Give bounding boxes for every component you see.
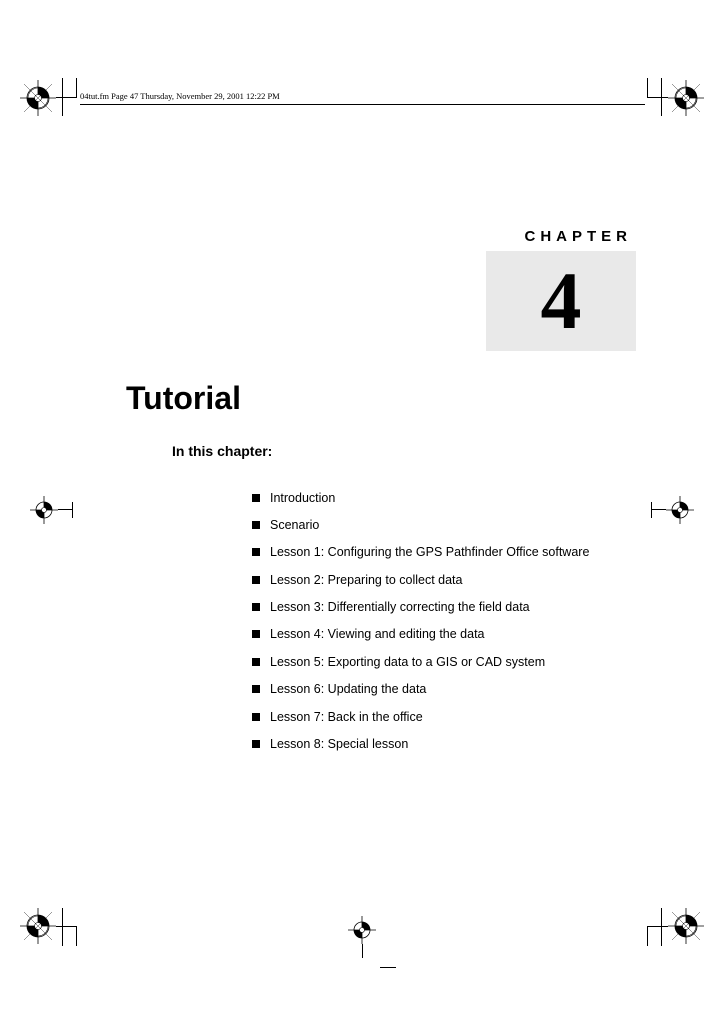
crop-mark	[362, 944, 363, 958]
list-item: Lesson 4: Viewing and editing the data	[252, 627, 589, 641]
crop-mark	[652, 509, 666, 510]
registration-mark-icon	[18, 78, 58, 118]
crop-mark	[661, 78, 662, 116]
chapter-contents-list: Introduction Scenario Lesson 1: Configur…	[212, 491, 589, 765]
crop-mark	[648, 97, 668, 98]
crop-mark	[651, 502, 652, 518]
registration-mark-icon	[660, 490, 700, 530]
registration-mark-icon	[666, 78, 706, 118]
crop-mark	[62, 78, 63, 116]
crop-mark	[76, 926, 77, 946]
registration-mark-icon	[18, 906, 58, 946]
list-item: Lesson 2: Preparing to collect data	[252, 573, 589, 587]
chapter-number-box: 4	[486, 251, 636, 351]
crop-mark	[380, 967, 396, 968]
list-item: Lesson 6: Updating the data	[252, 682, 589, 696]
chapter-label: CHAPTER	[486, 228, 636, 245]
list-item: Lesson 7: Back in the office	[252, 710, 589, 724]
list-item: Lesson 3: Differentially correcting the …	[252, 600, 589, 614]
page-title: Tutorial	[126, 380, 241, 417]
crop-mark	[72, 502, 73, 518]
crop-mark	[62, 908, 63, 946]
list-item: Lesson 1: Configuring the GPS Pathfinder…	[252, 545, 589, 559]
registration-mark-icon	[24, 490, 64, 530]
crop-mark	[647, 78, 648, 98]
list-item: Lesson 8: Special lesson	[252, 737, 589, 751]
registration-mark-icon	[666, 906, 706, 946]
crop-mark	[58, 509, 72, 510]
list-item: Introduction	[252, 491, 589, 505]
list-item: Scenario	[252, 518, 589, 532]
crop-mark	[647, 926, 648, 946]
chapter-number: 4	[541, 260, 582, 342]
section-heading: In this chapter:	[172, 443, 272, 459]
crop-mark	[648, 926, 668, 927]
list-item: Lesson 5: Exporting data to a GIS or CAD…	[252, 655, 589, 669]
header-stamp: 04tut.fm Page 47 Thursday, November 29, …	[80, 91, 645, 105]
crop-mark	[76, 78, 77, 98]
crop-mark	[56, 97, 76, 98]
chapter-block: CHAPTER 4	[486, 228, 636, 351]
crop-mark	[661, 908, 662, 946]
crop-mark	[56, 926, 76, 927]
